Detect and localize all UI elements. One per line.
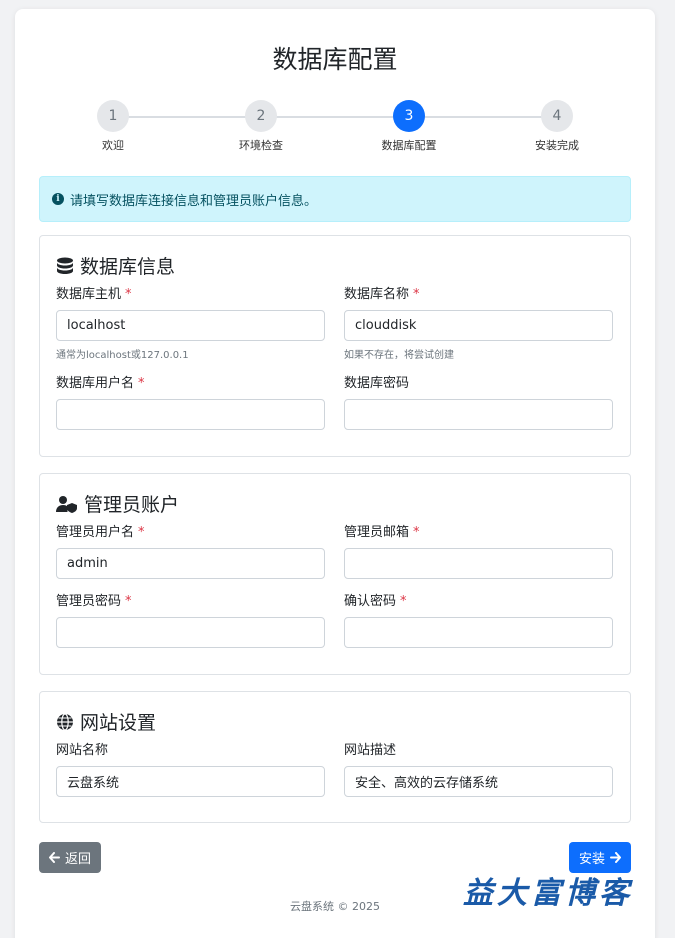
step-4-circle: 4 (541, 100, 573, 132)
admin-username-label: 管理员用户名 * (56, 525, 145, 540)
user-shield-icon (56, 495, 77, 513)
step-4: 4 安装完成 (507, 100, 607, 153)
back-button[interactable]: 返回 (39, 842, 102, 873)
db-name-label: 数据库名称 * (344, 287, 420, 302)
step-line (112, 116, 557, 118)
admin-email-label: 管理员邮箱 * (344, 525, 420, 540)
admin-section-title: 管理员账户 (56, 490, 179, 517)
db-name-input[interactable] (344, 310, 613, 341)
admin-section-title-text: 管理员账户 (84, 494, 180, 516)
site-section-title-text: 网站设置 (80, 712, 157, 734)
step-2-label: 环境检查 (239, 139, 283, 152)
site-name-input[interactable] (56, 766, 325, 797)
database-icon (57, 257, 73, 274)
db-password-label: 数据库密码 (344, 376, 410, 391)
step-4-label: 安装完成 (535, 139, 579, 152)
site-section-title: 网站设置 (56, 708, 156, 735)
alert-text: 请填写数据库连接信息和管理员账户信息。 (70, 193, 318, 209)
step-1: 1 欢迎 (63, 100, 163, 153)
database-section-title: 数据库信息 (56, 252, 175, 279)
db-host-input[interactable] (56, 310, 325, 341)
admin-email-field: 管理员邮箱 * (344, 521, 613, 579)
db-name-field: 数据库名称* 如果不存在，将尝试创建 (344, 283, 613, 361)
site-name-field: 网站名称 (56, 739, 325, 797)
db-user-input[interactable] (56, 399, 325, 430)
admin-confirm-label: 确认密码 * (344, 594, 407, 609)
install-button-label: 安装 (579, 852, 606, 867)
admin-password-label: 管理员密码 * (56, 594, 132, 609)
arrow-right-icon (610, 852, 622, 863)
db-host-hint: 通常为localhost或127.0.0.1 (56, 350, 189, 361)
db-user-field: 数据库用户名 * (56, 372, 325, 430)
arrow-left-icon (49, 852, 60, 863)
admin-confirm-field: 确认密码 * (344, 590, 613, 648)
step-2-circle: 2 (245, 100, 277, 132)
admin-password-input[interactable] (56, 617, 325, 648)
admin-username-field: 管理员用户名 * (56, 521, 325, 579)
install-card: 数据库配置 1 欢迎 2 环境检查 3 数据库配置 4 安装完成 i 请填写数据… (15, 9, 655, 938)
database-section: 数据库信息 数据库主机* 通常为localhost或127.0.0.1 数据库名… (39, 235, 631, 457)
step-3-circle: 3 (393, 100, 425, 132)
site-section: 网站设置 网站名称 网站描述 (39, 691, 631, 823)
step-progress: 1 欢迎 2 环境检查 3 数据库配置 4 安装完成 (15, 92, 655, 152)
site-name-label: 网站名称 (56, 743, 109, 758)
step-1-label: 欢迎 (102, 139, 124, 152)
step-3: 3 数据库配置 (359, 100, 459, 153)
admin-username-input[interactable] (56, 548, 325, 579)
step-2: 2 环境检查 (211, 100, 311, 153)
admin-email-input[interactable] (344, 548, 613, 579)
step-3-label: 数据库配置 (381, 139, 437, 152)
admin-section: 管理员账户 管理员用户名* 管理员邮箱* 管理员密码* 确认密码* (39, 473, 631, 675)
page-title: 数据库配置 (272, 45, 398, 74)
database-section-title-text: 数据库信息 (80, 256, 176, 278)
watermark-text: 益大富博客 (463, 876, 633, 911)
site-desc-field: 网站描述 (344, 739, 613, 797)
info-icon: i (52, 193, 64, 205)
info-alert: i 请填写数据库连接信息和管理员账户信息。 (39, 176, 631, 222)
globe-icon (57, 712, 73, 731)
site-desc-label: 网站描述 (344, 743, 397, 758)
back-button-label: 返回 (65, 852, 92, 867)
db-name-hint: 如果不存在，将尝试创建 (344, 350, 454, 361)
step-1-circle: 1 (97, 100, 129, 132)
db-password-field: 数据库密码 (344, 372, 613, 430)
db-user-label: 数据库用户名 * (56, 376, 145, 391)
admin-password-field: 管理员密码 * (56, 590, 325, 648)
admin-confirm-input[interactable] (344, 617, 613, 648)
site-desc-input[interactable] (344, 766, 613, 797)
db-host-field: 数据库主机* 通常为localhost或127.0.0.1 (56, 283, 325, 361)
db-password-input[interactable] (344, 399, 613, 430)
db-host-label: 数据库主机 * (56, 287, 132, 302)
